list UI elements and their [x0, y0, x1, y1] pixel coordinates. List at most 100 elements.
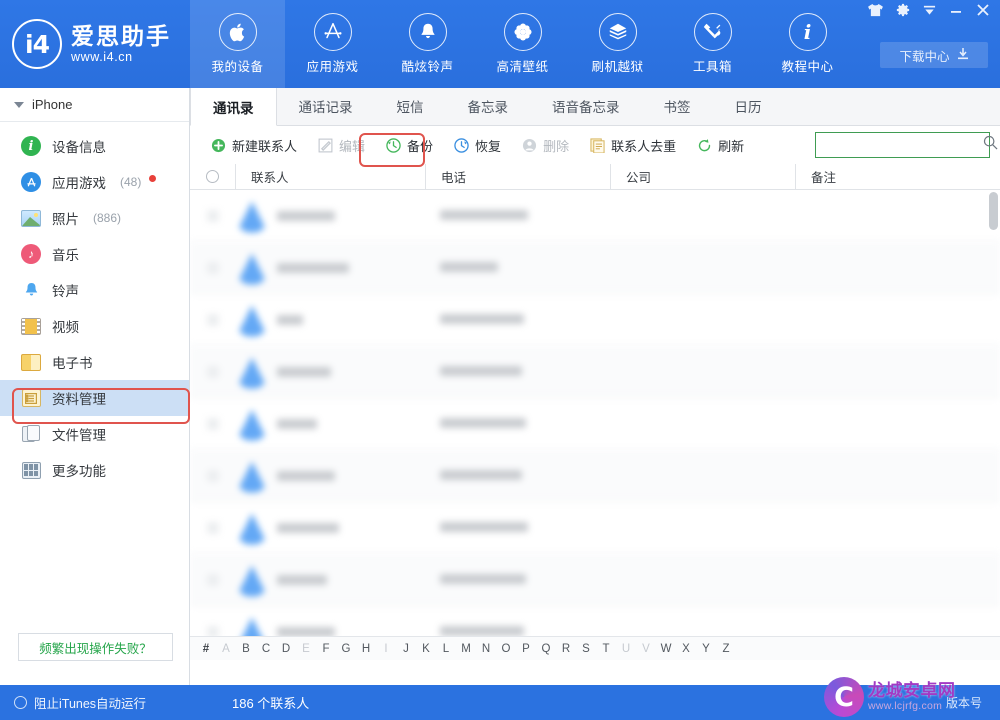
alpha-index-J[interactable]: J	[396, 643, 416, 655]
table-row[interactable]	[190, 554, 1000, 606]
alpha-index-L[interactable]: L	[436, 643, 456, 655]
row-checkbox[interactable]	[190, 365, 235, 378]
toolbar-button-3[interactable]: 恢复	[445, 132, 509, 159]
alpha-index-R[interactable]: R	[556, 643, 576, 655]
sidebar-item-label: 铃声	[52, 284, 79, 299]
itunes-toggle[interactable]: 阻止iTunes自动运行	[0, 693, 190, 712]
sidebar-item-5[interactable]: 视频	[0, 308, 189, 344]
alpha-index-G[interactable]: G	[336, 643, 356, 655]
minimize-icon[interactable]	[949, 4, 963, 16]
topnav-item-2[interactable]: 酷炫铃声	[380, 0, 475, 88]
alpha-index-X[interactable]: X	[676, 643, 696, 655]
sidebar-item-1[interactable]: 应用游戏 (48)	[0, 164, 189, 200]
column-header-note[interactable]: 备注	[795, 163, 1000, 190]
alpha-index-B[interactable]: B	[236, 643, 256, 655]
row-checkbox[interactable]	[190, 417, 235, 430]
alpha-index-E[interactable]: E	[296, 643, 316, 655]
sidebar-item-7[interactable]: 资料管理	[0, 380, 189, 416]
topnav-item-5[interactable]: 工具箱	[665, 0, 760, 88]
topnav-item-0[interactable]: 我的设备	[190, 0, 285, 88]
table-row[interactable]	[190, 606, 1000, 636]
alpha-index-K[interactable]: K	[416, 643, 436, 655]
search-box[interactable]	[815, 132, 998, 158]
alpha-index-S[interactable]: S	[576, 643, 596, 655]
tab-6[interactable]: 日历	[713, 87, 784, 125]
alpha-index-#[interactable]: #	[196, 643, 216, 655]
device-selector[interactable]: iPhone	[0, 88, 189, 122]
alpha-index-H[interactable]: H	[356, 643, 376, 655]
row-checkbox[interactable]	[190, 625, 235, 636]
row-checkbox[interactable]	[190, 521, 235, 534]
alpha-index-P[interactable]: P	[516, 643, 536, 655]
tab-4[interactable]: 语音备忘录	[530, 87, 642, 125]
chevron-down-icon[interactable]	[923, 4, 936, 16]
table-row[interactable]	[190, 242, 1000, 294]
sidebar-item-9[interactable]: 更多功能	[0, 452, 189, 488]
select-all-checkbox[interactable]	[206, 170, 219, 183]
alpha-index-U[interactable]: U	[616, 643, 636, 655]
toggle-ring-icon[interactable]	[14, 696, 27, 709]
alpha-index-A[interactable]: A	[216, 643, 236, 655]
row-name-cell	[235, 511, 425, 545]
scrollbar-thumb[interactable]	[989, 192, 998, 230]
sidebar-item-2[interactable]: 照片 (886)	[0, 200, 189, 236]
sidebar-item-3[interactable]: ♪ 音乐	[0, 236, 189, 272]
alpha-index-Q[interactable]: Q	[536, 643, 556, 655]
row-checkbox[interactable]	[190, 573, 235, 586]
vertical-scrollbar[interactable]	[989, 192, 998, 636]
row-checkbox[interactable]	[190, 209, 235, 222]
table-row[interactable]	[190, 190, 1000, 242]
alpha-index-W[interactable]: W	[656, 643, 676, 655]
column-header-phone[interactable]: 电话	[425, 163, 610, 190]
alpha-index-M[interactable]: M	[456, 643, 476, 655]
skin-icon[interactable]	[868, 3, 883, 17]
toolbar-button-5[interactable]: 联系人去重	[581, 132, 684, 159]
row-checkbox[interactable]	[190, 261, 235, 274]
table-row[interactable]	[190, 502, 1000, 554]
row-phone-text	[440, 521, 528, 532]
table-row[interactable]	[190, 398, 1000, 450]
alpha-index-N[interactable]: N	[476, 643, 496, 655]
tab-2[interactable]: 短信	[375, 87, 446, 125]
download-center-button[interactable]: 下载中心	[880, 42, 988, 68]
alpha-index-V[interactable]: V	[636, 643, 656, 655]
toolbar-button-4: 删除	[513, 132, 577, 159]
table-row[interactable]	[190, 294, 1000, 346]
alpha-index-D[interactable]: D	[276, 643, 296, 655]
alpha-index-O[interactable]: O	[496, 643, 516, 655]
topnav-item-4[interactable]: 刷机越狱	[570, 0, 665, 88]
row-checkbox[interactable]	[190, 469, 235, 482]
tab-3[interactable]: 备忘录	[446, 87, 531, 125]
gear-icon[interactable]	[896, 3, 910, 17]
column-header-company[interactable]: 公司	[610, 163, 795, 190]
search-input[interactable]	[822, 138, 983, 152]
topnav-item-6[interactable]: i 教程中心	[760, 0, 855, 88]
sidebar-item-6[interactable]: 电子书	[0, 344, 189, 380]
sidebar-item-0[interactable]: i 设备信息	[0, 128, 189, 164]
alpha-index-T[interactable]: T	[596, 643, 616, 655]
alpha-index-I[interactable]: I	[376, 643, 396, 655]
alpha-index-Z[interactable]: Z	[716, 643, 736, 655]
alpha-index-F[interactable]: F	[316, 643, 336, 655]
select-all-cell[interactable]	[190, 164, 235, 190]
video-icon	[20, 315, 42, 337]
topnav-item-1[interactable]: 应用游戏	[285, 0, 380, 88]
column-header-name[interactable]: 联系人	[235, 163, 425, 190]
tab-5[interactable]: 书签	[642, 87, 713, 125]
table-row[interactable]	[190, 346, 1000, 398]
alpha-index-Y[interactable]: Y	[696, 643, 716, 655]
help-link[interactable]: 频繁出现操作失败？	[18, 633, 173, 661]
toolbar-button-0[interactable]: 新建联系人	[202, 132, 305, 159]
sidebar-item-8[interactable]: 文件管理	[0, 416, 189, 452]
topnav-item-3[interactable]: 高清壁纸	[475, 0, 570, 88]
search-icon[interactable]	[983, 135, 998, 155]
row-checkbox[interactable]	[190, 313, 235, 326]
close-icon[interactable]	[976, 3, 990, 17]
table-row[interactable]	[190, 450, 1000, 502]
toolbar-button-2[interactable]: 备份	[377, 132, 441, 159]
toolbar-button-6[interactable]: 刷新	[688, 132, 752, 159]
sidebar-item-4[interactable]: 铃声	[0, 272, 189, 308]
tab-0[interactable]: 通讯录	[190, 88, 277, 126]
tab-1[interactable]: 通话记录	[277, 87, 375, 125]
alpha-index-C[interactable]: C	[256, 643, 276, 655]
